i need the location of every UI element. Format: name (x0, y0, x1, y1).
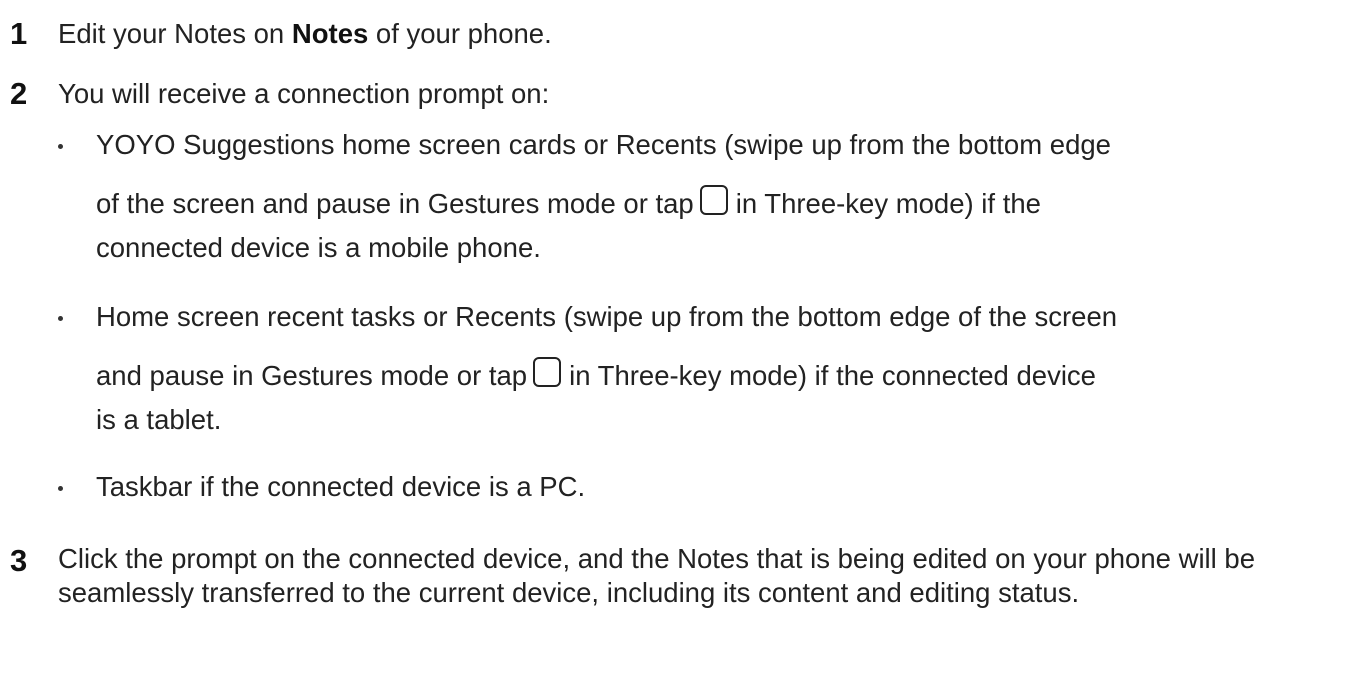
step-text: Click the prompt on the connected device… (58, 543, 1256, 608)
bullet-line: is a tablet. (96, 404, 222, 435)
bullet-line: Home screen recent tasks or Recents (swi… (96, 301, 1118, 332)
bullet-dot (58, 486, 63, 491)
bullet-line: and pause in Gestures mode or tap in Thre… (96, 336, 1368, 398)
recents-key-icon (699, 185, 728, 215)
step-3: 3 Click the prompt on the connected devi… (10, 542, 1358, 610)
bullet-item-pc: Taskbar if the connected device is a PC. (50, 468, 1368, 506)
bullet-line: Taskbar if the connected device is a PC. (96, 471, 586, 502)
bullet-dot (58, 316, 63, 321)
step-1: 1 Edit your Notes on Notes of your phone… (10, 15, 1358, 53)
step-text: Edit your Notes on Notes of your phone. (58, 18, 552, 49)
step-number: 3 (10, 543, 28, 578)
bullet-line: of the screen and pause in Gestures mode… (96, 164, 1368, 226)
step-number: 1 (10, 16, 28, 51)
step-number: 2 (10, 76, 28, 111)
bullet-line: connected device is a mobile phone. (96, 232, 541, 263)
step-text: You will receive a connection prompt on: (58, 78, 550, 109)
recents-key-icon (533, 357, 562, 387)
app-name: Notes (291, 18, 369, 49)
bullet-line: YOYO Suggestions home screen cards or Re… (96, 129, 1111, 160)
bullet-dot (58, 144, 63, 149)
step-2: 2 You will receive a connection prompt o… (10, 75, 1358, 113)
bullet-item-mobile-phone: YOYO Suggestions home screen cards or Re… (50, 126, 1368, 270)
bullet-item-tablet: Home screen recent tasks or Recents (swi… (50, 298, 1368, 442)
